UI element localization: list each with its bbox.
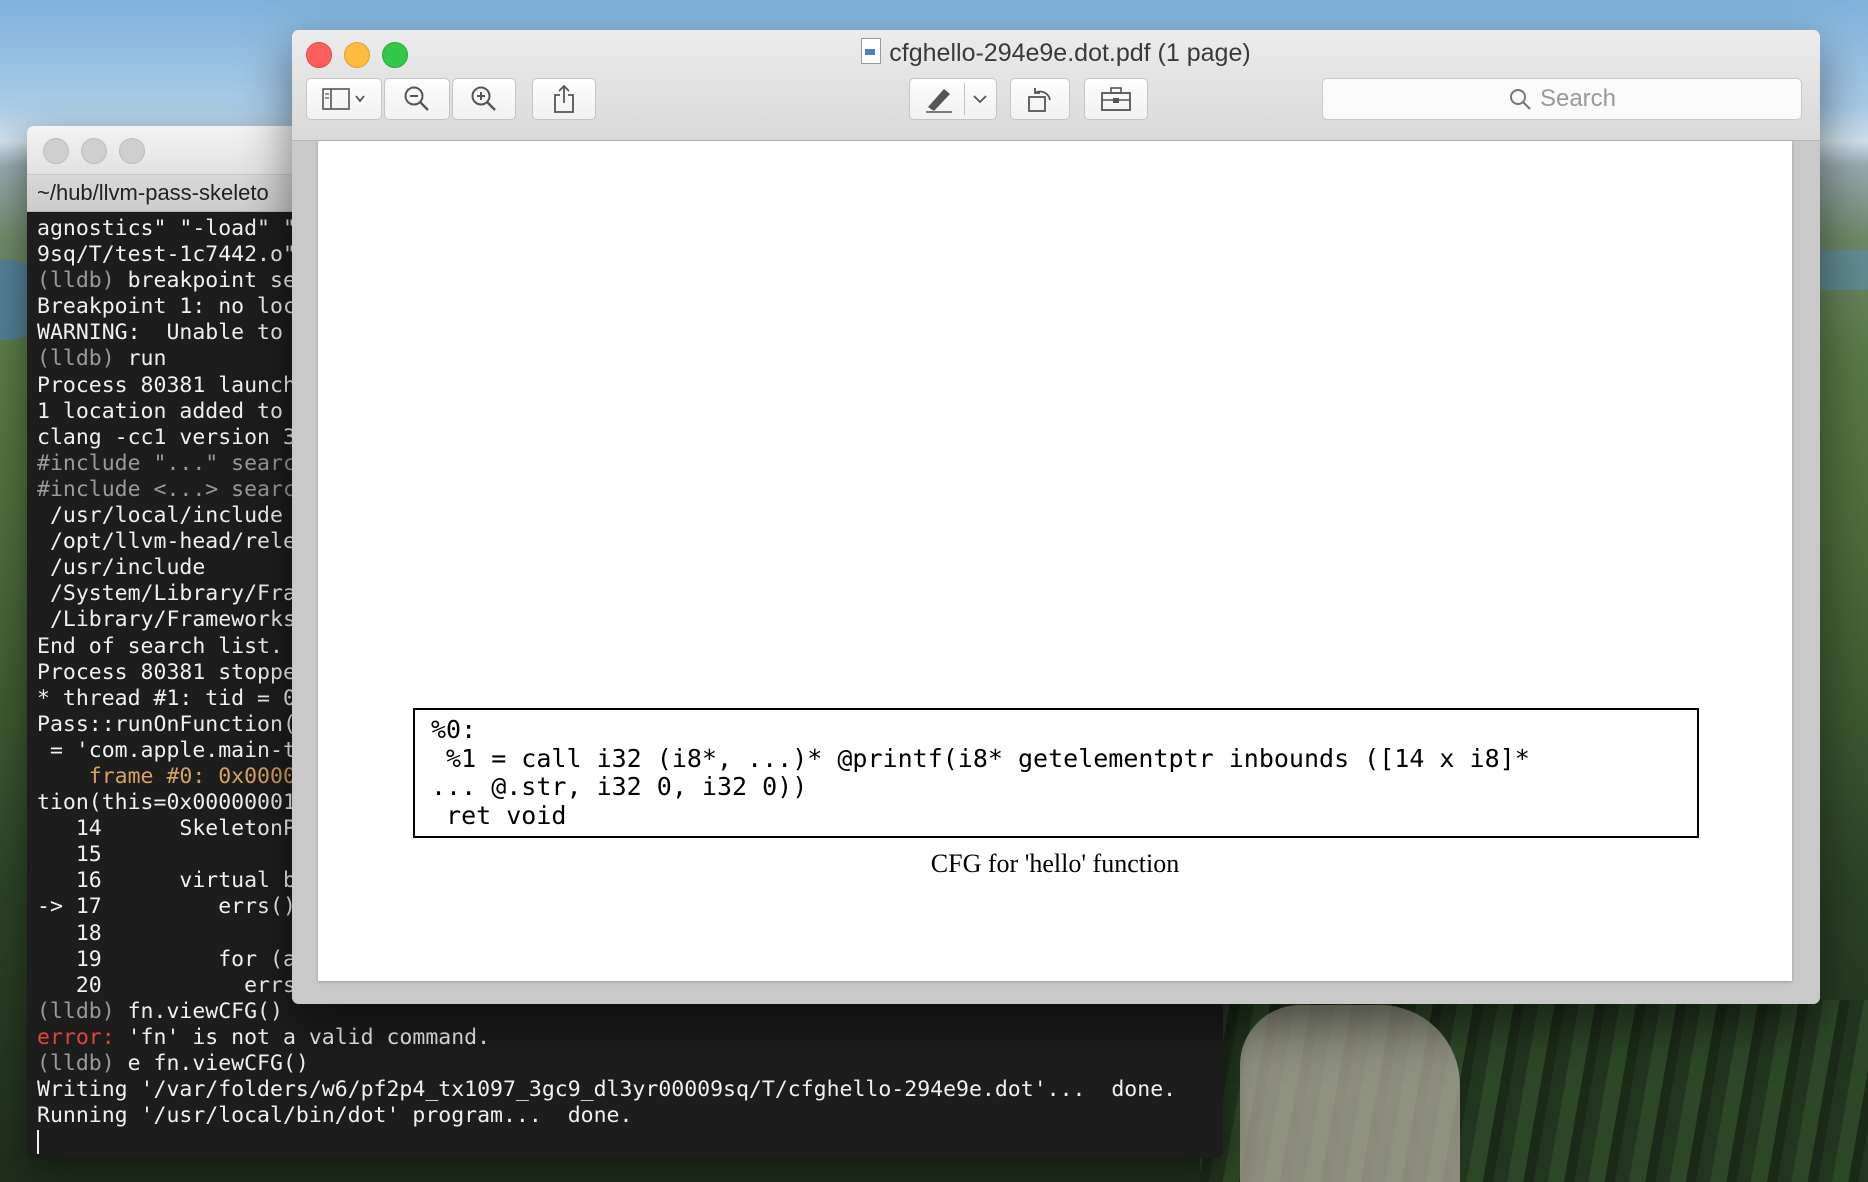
terminal-line-text: breakpoint set: [127, 268, 309, 294]
terminal-line-text: = 'com.apple.main-th: [37, 737, 309, 763]
document-view[interactable]: %0: %1 = call i32 (i8*, ...)* @printf(i8…: [292, 141, 1820, 1004]
terminal-line-text: fn.viewCFG(): [127, 998, 283, 1024]
terminal-line-text: clang -cc1 version 3.: [37, 424, 309, 450]
share-icon: [554, 84, 574, 113]
terminal-line: Writing '/var/folders/w6/pf2p4_tx1097_3g…: [37, 1077, 1213, 1103]
search-icon: [1509, 89, 1531, 110]
terminal-line-text: 18: [37, 920, 102, 946]
toolbox-button[interactable]: [1084, 78, 1148, 120]
search-placeholder: Search: [1539, 85, 1617, 112]
terminal-line-text: run: [127, 346, 167, 372]
terminal-line-text: End of search list.: [37, 633, 283, 659]
rotate-icon: [1028, 88, 1051, 112]
sidebar-toggle-button[interactable]: [306, 78, 382, 120]
terminal-line-text: * thread #1: tid = 0x: [37, 685, 309, 711]
terminal-line-text: 20 errs(: [37, 972, 309, 998]
pen-markup-icon: [926, 89, 952, 113]
terminal-input-line[interactable]: [37, 1129, 1213, 1155]
terminal-line-text: #include "..." search: [37, 450, 309, 476]
cfg-node: %0: %1 = call i32 (i8*, ...)* @printf(i8…: [413, 708, 1699, 838]
lldb-prompt: (lldb): [37, 346, 128, 372]
lldb-prompt: (lldb): [37, 1051, 128, 1076]
terminal-line-text: /usr/local/include: [37, 503, 283, 529]
preview-toolbar: cfghello-294e9e.dot.pdf (1 page) Search: [292, 30, 1820, 141]
terminal-line-text: 16 virtual b: [37, 868, 296, 894]
terminal-line: error: 'fn' is not a valid command.: [37, 1025, 1213, 1051]
chevron-down-icon[interactable]: [972, 93, 988, 105]
terminal-line-text: -> 17 errs(): [37, 894, 309, 920]
pdf-document-icon: [861, 38, 882, 64]
terminal-line: Running '/usr/local/bin/dot' program... …: [37, 1103, 1213, 1129]
markup-divider: [964, 83, 965, 115]
preview-window[interactable]: cfghello-294e9e.dot.pdf (1 page) Search …: [292, 30, 1820, 1004]
terminal-line-text: 1 location added to b: [37, 398, 309, 424]
share-button[interactable]: [532, 78, 596, 120]
terminal-zoom-button[interactable]: [119, 138, 145, 164]
terminal-line-text: 19 for (au: [37, 946, 309, 972]
terminal-line-text: Running '/usr/local/bin/dot' program... …: [37, 1103, 633, 1129]
lldb-prompt: (lldb): [37, 998, 128, 1024]
terminal-line-text: /Library/Frameworks: [37, 607, 296, 633]
markup-button[interactable]: [909, 78, 997, 120]
terminal-line-text: /usr/include: [37, 555, 206, 581]
terminal-line-text: 9sq/T/test-1c7442.o": [37, 242, 309, 268]
cfg-caption: CFG for 'hello' function: [930, 849, 1180, 878]
terminal-minimize-button[interactable]: [81, 138, 107, 164]
terminal-line: (lldb) e fn.viewCFG(): [37, 1051, 1213, 1077]
sidebar-icon: [322, 88, 365, 110]
terminal-line-text: 'fn' is not a valid command.: [127, 1024, 491, 1050]
terminal-line-text: #include <...> search: [37, 476, 309, 502]
error-label: error:: [37, 1024, 128, 1050]
terminal-line-text: /opt/llvm-head/relea: [37, 529, 309, 555]
terminal-line-text: WARNING: Unable to r: [37, 320, 309, 346]
zoom-out-icon: [404, 86, 429, 111]
terminal-line-text: /System/Library/Fram: [37, 581, 309, 607]
zoom-in-icon: [471, 86, 496, 111]
text-cursor: [37, 1130, 39, 1155]
pdf-page: %0: %1 = call i32 (i8*, ...)* @printf(i8…: [318, 141, 1792, 981]
terminal-line-text: 14 SkeletonP: [37, 816, 296, 842]
terminal-line-text: Process 80381 launche: [37, 372, 309, 398]
terminal-line-text: Breakpoint 1: no loca: [37, 294, 309, 320]
rotate-button[interactable]: [1010, 78, 1070, 120]
window-title-text: cfghello-294e9e.dot.pdf (1 page): [889, 39, 1251, 67]
lldb-prompt: (lldb): [37, 268, 128, 294]
terminal-close-button[interactable]: [43, 138, 69, 164]
window-title: cfghello-294e9e.dot.pdf (1 page): [292, 38, 1820, 68]
terminal-line-text: 15: [37, 842, 102, 868]
terminal-line-text: Writing '/var/folders/w6/pf2p4_tx1097_3g…: [37, 1077, 1177, 1103]
zoom-out-button[interactable]: [384, 78, 450, 120]
terminal-line-text: tion(this=0x000000010: [37, 790, 309, 816]
terminal-line-text: Pass::runOnFunction(t: [37, 711, 309, 737]
desktop-rock: [1240, 1005, 1460, 1182]
search-field[interactable]: Search: [1322, 78, 1802, 120]
zoom-in-button[interactable]: [452, 78, 516, 120]
terminal-tab-title: ~/hub/llvm-pass-skeleto: [37, 180, 269, 205]
terminal-line-text: frame #0: 0x00000: [37, 763, 309, 789]
toolbox-icon: [1101, 87, 1131, 111]
terminal-line-text: e fn.viewCFG(): [127, 1051, 309, 1076]
terminal-line-text: agnostics" "-load" "s: [37, 216, 309, 241]
terminal-line-text: Process 80381 stopped: [37, 659, 309, 685]
